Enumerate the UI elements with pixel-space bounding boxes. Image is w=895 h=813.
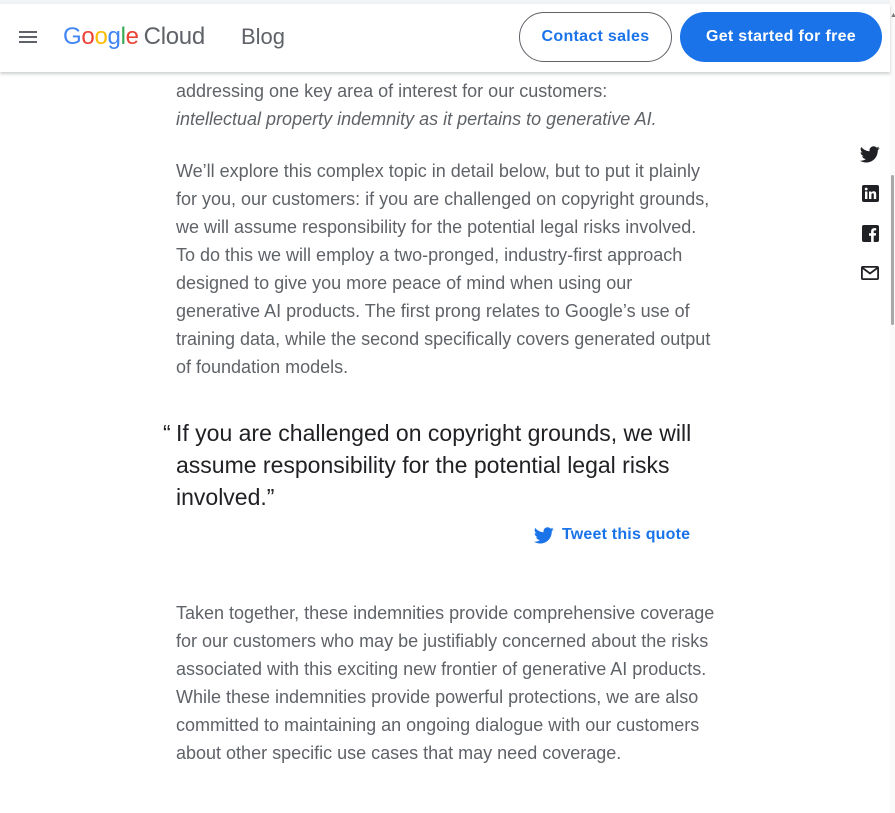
logo-product-name: Cloud (143, 23, 206, 50)
page-scrollbar-thumb[interactable] (891, 175, 894, 325)
site-header: Google Cloud Blog Contact sales Get start… (0, 4, 890, 72)
tweet-quote-label: Tweet this quote (562, 526, 691, 543)
article-paragraph: Taken together, these indemnities provid… (176, 603, 715, 763)
logo-letter: G (63, 23, 82, 50)
share-email-button[interactable] (860, 263, 880, 283)
logo-letter: g (107, 23, 121, 50)
google-cloud-logo[interactable]: Google Cloud (63, 23, 205, 51)
paragraph-italic-text: intellectual property indemnity as it pe… (176, 109, 657, 129)
share-linkedin-button[interactable] (860, 183, 880, 203)
share-twitter-button[interactable] (860, 144, 880, 164)
facebook-icon (861, 224, 879, 242)
linkedin-icon (861, 184, 879, 202)
article-paragraph: addressing one key area of interest for … (176, 77, 716, 133)
scroll-up-arrow-icon[interactable]: ▲ (890, 12, 895, 19)
logo-letter: o (81, 23, 95, 50)
paragraph-text: addressing one key area of interest for … (176, 81, 608, 101)
logo-letter: e (125, 23, 139, 50)
twitter-icon (534, 526, 554, 543)
hamburger-menu-icon[interactable] (18, 28, 40, 46)
blog-nav-link[interactable]: Blog (241, 24, 285, 50)
share-facebook-button[interactable] (860, 223, 880, 243)
twitter-icon (860, 145, 880, 162)
tweet-this-quote-link[interactable]: Tweet this quote (534, 526, 690, 544)
email-icon (861, 266, 879, 280)
quote-open-mark: “ (163, 420, 171, 446)
pull-quote: “ If you are challenged on copyright gro… (163, 417, 716, 513)
article-paragraph: We’ll explore this complex topic in deta… (176, 161, 711, 377)
get-started-button[interactable]: Get started for free (680, 12, 882, 62)
logo-letter: o (94, 23, 108, 50)
contact-sales-button[interactable]: Contact sales (519, 12, 672, 62)
quote-text: If you are challenged on copyright groun… (176, 420, 692, 510)
page-scrollbar-track[interactable] (890, 0, 895, 813)
